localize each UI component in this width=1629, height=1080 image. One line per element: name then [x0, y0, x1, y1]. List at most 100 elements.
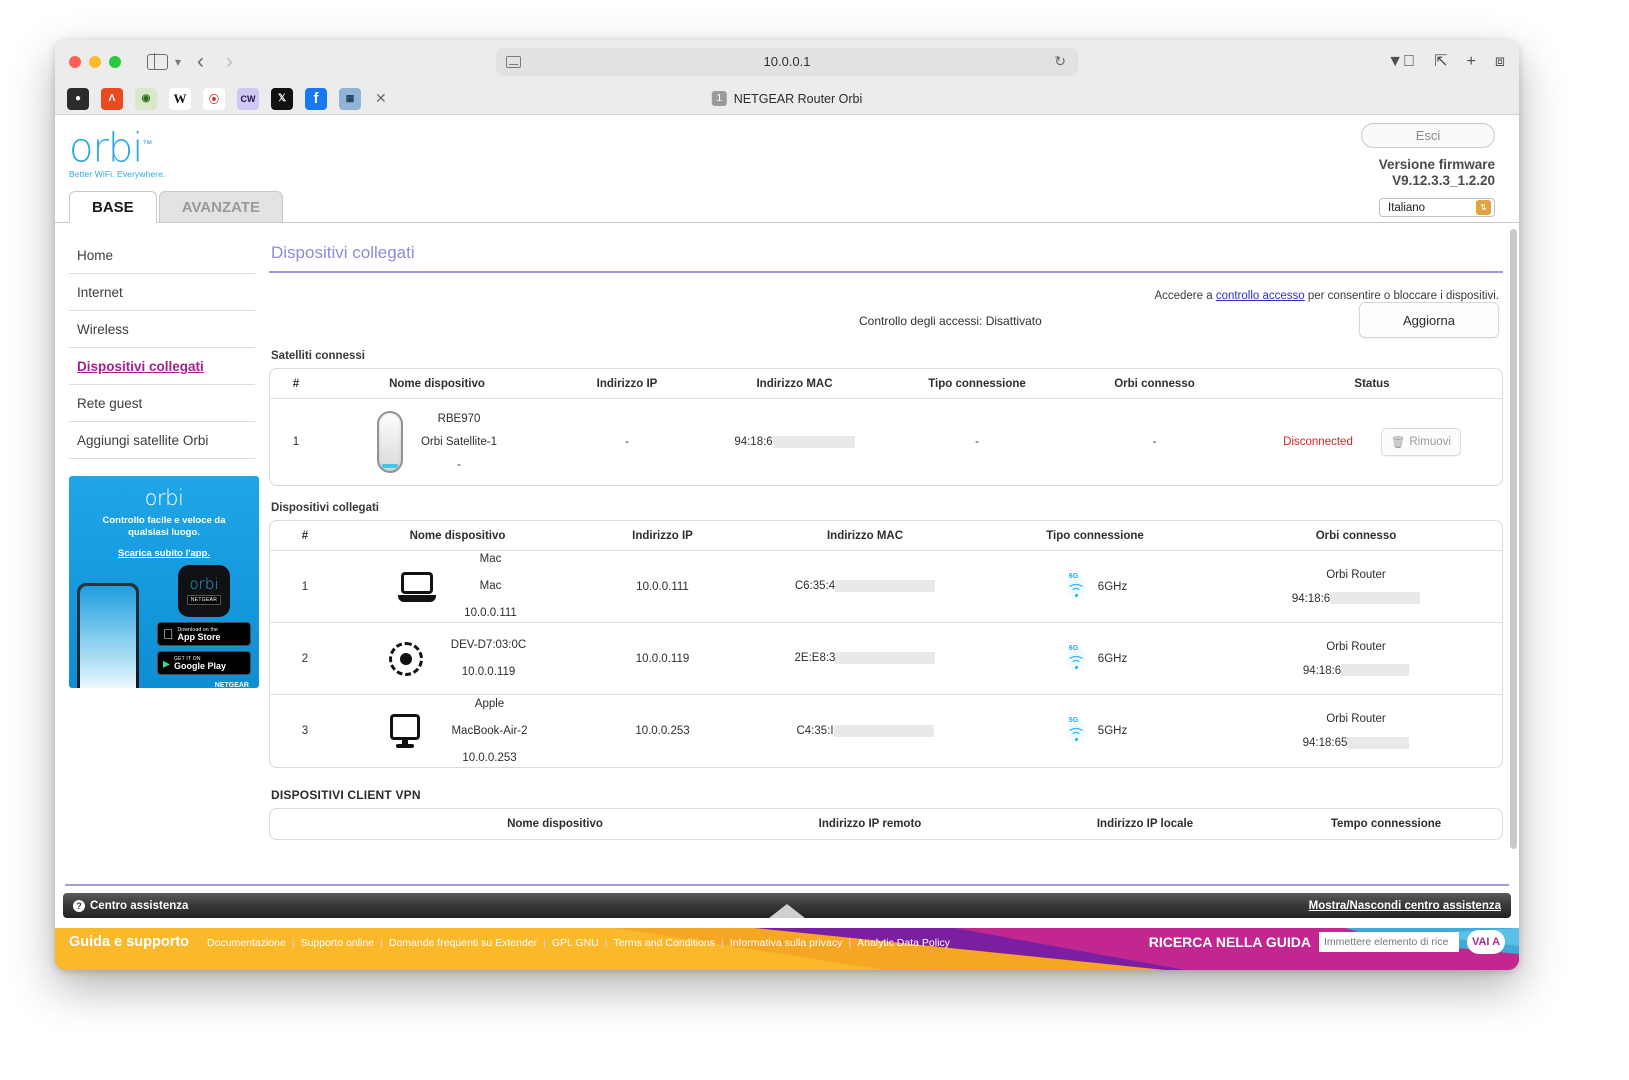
footer-link-gpl-gnu[interactable]: GPL GNU — [546, 937, 605, 949]
app-icon-brand: NETGEAR — [187, 595, 221, 605]
sidebar-toggle-icon[interactable] — [147, 54, 168, 70]
downloads-icon[interactable]: ▼⃝ — [1387, 54, 1415, 70]
table-row: 1 Mac Mac 10.0.0.111 — [270, 551, 1502, 623]
expand-triangle-icon[interactable] — [769, 904, 805, 918]
footer-link-supporto-online[interactable]: Supporto online — [295, 937, 381, 949]
sidebar-item-rete-guest[interactable]: Rete guest — [69, 385, 255, 422]
table-row: 1 RBE970 Orbi Satellite-1 - - — [270, 399, 1502, 485]
sidebar-item-dispositivi-collegati[interactable]: Dispositivi collegati — [69, 348, 255, 385]
redaction-mask — [834, 725, 934, 737]
device-name-line2: MacBook-Air-2 — [451, 718, 527, 745]
footer-link-domande-frequenti[interactable]: Domande frequenti su Extender — [383, 937, 543, 949]
orbi-tagline: Better WiFi. Everywhere. — [69, 169, 1519, 179]
redaction-mask — [1330, 592, 1420, 604]
sidebar-item-wireless[interactable]: Wireless — [69, 311, 255, 348]
address-bar[interactable]: 10.0.0.1 ↻ — [496, 48, 1078, 76]
favicon-bookmark-1[interactable]: ● — [67, 88, 89, 110]
help-center-label-group[interactable]: ? Centro assistenza — [73, 900, 188, 912]
row-index: 3 — [270, 725, 340, 737]
row-index: 2 — [270, 653, 340, 665]
col-status: Status — [1242, 378, 1502, 390]
apple-icon:  — [163, 627, 174, 641]
sidebar-item-home[interactable]: Home — [69, 237, 255, 274]
footer-link-privacy[interactable]: Informativa sulla privacy — [724, 937, 849, 949]
row-index: 1 — [270, 581, 340, 593]
help-center-bar-wrap: ? Centro assistenza Mostra/Nascondi cent… — [55, 884, 1519, 918]
col-ip: Indirizzo IP — [552, 378, 702, 390]
firmware-info: Versione firmware V9.12.3.3_1.2.20 — [1361, 157, 1495, 189]
close-window-button[interactable] — [69, 56, 81, 68]
access-hint-suffix: per consentire o bloccare i dispositivi. — [1305, 290, 1499, 302]
favicon-bookmark-9[interactable]: ▦ — [339, 88, 361, 110]
access-control-status: Controllo degli accessi: Disattivato — [859, 314, 1042, 328]
satellites-section-label: Satelliti connessi — [271, 350, 1503, 362]
close-tab-icon[interactable]: ✕ — [375, 90, 387, 107]
orbi-connected-name: Orbi Router — [1210, 707, 1502, 731]
minimize-window-button[interactable] — [89, 56, 101, 68]
row-mac: 94:18:6 — [702, 436, 887, 448]
scrollbar-thumb[interactable] — [1510, 229, 1517, 849]
col-device-name: Nome dispositivo — [390, 818, 720, 830]
sidebar-item-aggiungi-satellite-orbi[interactable]: Aggiungi satellite Orbi — [69, 422, 255, 459]
vpn-table-header: Nome dispositivo Indirizzo IP remoto Ind… — [270, 809, 1502, 839]
maximize-window-button[interactable] — [109, 56, 121, 68]
redaction-mask — [773, 436, 855, 448]
go-button[interactable]: VAI A — [1467, 930, 1505, 954]
monitor-icon — [387, 714, 423, 748]
footer-link-documentazione[interactable]: Documentazione — [201, 937, 292, 949]
share-icon[interactable]: ⇱ — [1434, 54, 1447, 70]
camera-dot-icon — [389, 642, 423, 676]
active-tab[interactable]: 1 NETGEAR Router Orbi — [712, 91, 863, 106]
footer-link-analytic-data-policy[interactable]: Analytic Data Policy — [851, 937, 956, 949]
tab-title: NETGEAR Router Orbi — [734, 92, 863, 106]
new-tab-icon[interactable]: + — [1466, 54, 1475, 70]
help-search-input[interactable] — [1319, 932, 1459, 952]
orbi-app-icon: orbi NETGEAR — [178, 565, 230, 617]
remove-satellite-button[interactable]: 🗑Rimuovi — [1381, 428, 1461, 456]
devices-section-label: Dispositivi collegati — [271, 502, 1503, 514]
footer-link-terms[interactable]: Terms and Conditions — [607, 937, 721, 949]
reload-icon[interactable]: ↻ — [1054, 53, 1066, 70]
sidebar-item-internet[interactable]: Internet — [69, 274, 255, 311]
toolbar-right: ▼⃝ ⇱ + ⧈ — [1387, 54, 1505, 70]
favicon-bookmark-3[interactable]: ◉ — [135, 88, 157, 110]
app-store-badge[interactable]:  Download on the App Store — [157, 622, 251, 646]
tab-avanzate[interactable]: AVANZATE — [159, 191, 283, 223]
page-settings-icon[interactable] — [506, 56, 521, 68]
help-center-bar[interactable]: ? Centro assistenza Mostra/Nascondi cent… — [63, 893, 1511, 918]
favicon-cw[interactable]: CW — [237, 88, 259, 110]
forward-arrow-icon[interactable]: › — [217, 51, 242, 72]
row-mac-text: 94:18:6 — [734, 436, 772, 448]
favicon-x-twitter[interactable]: 𝕏 — [271, 88, 293, 110]
orbi-app-promo[interactable]: orbi Controllo facile e veloce da qualsi… — [69, 476, 259, 688]
refresh-button[interactable]: Aggiorna — [1359, 302, 1499, 338]
promo-download-link[interactable]: Scarica subito l'app. — [69, 548, 259, 559]
favicon-bookmark-2[interactable]: Λ — [101, 88, 123, 110]
browser-window: ▾ ‹ › 10.0.0.1 ↻ ▼⃝ ⇱ + ⧈ ● Λ ◉ W ⦿ CW 𝕏… — [55, 40, 1519, 970]
back-arrow-icon[interactable]: ‹ — [188, 51, 213, 72]
favicon-bookmark-5[interactable]: ⦿ — [203, 88, 225, 110]
row-mac: C4:35:I — [750, 725, 980, 737]
access-control-hint: Accedere a controllo accesso per consent… — [269, 290, 1503, 302]
wifi-band-icon: 6G — [1063, 644, 1089, 674]
favicon-facebook[interactable]: f — [305, 88, 327, 110]
row-ip: 10.0.0.111 — [575, 581, 750, 593]
vpn-section-label: DISPOSITIVI CLIENT VPN — [271, 788, 1503, 802]
orbi-logo: orbi™ — [69, 125, 1519, 168]
logout-button[interactable]: Esci — [1361, 123, 1495, 148]
favicon-wikipedia[interactable]: W — [169, 88, 191, 110]
chevron-down-icon[interactable]: ▾ — [172, 55, 184, 69]
tab-overview-icon[interactable]: ⧈ — [1495, 54, 1505, 70]
vertical-scrollbar[interactable] — [1510, 229, 1517, 805]
access-control-link[interactable]: controllo accesso — [1216, 290, 1305, 302]
sidebar: Home Internet Wireless Dispositivi colle… — [55, 223, 255, 867]
play-icon: ▸ — [163, 656, 170, 670]
toggle-help-center-link[interactable]: Mostra/Nascondi centro assistenza — [1309, 900, 1501, 912]
row-mac-text: C6:35:4 — [795, 581, 835, 593]
main-tabs: BASE AVANZATE — [69, 191, 1519, 223]
row-conn-type: - — [887, 436, 1067, 448]
tab-base[interactable]: BASE — [69, 191, 157, 223]
access-control-row: Controllo degli accessi: Disattivato Agg… — [269, 302, 1503, 348]
google-play-badge[interactable]: ▸ GET IT ON Google Play — [157, 651, 251, 675]
row-mac-text: C4:35:I — [796, 725, 833, 737]
